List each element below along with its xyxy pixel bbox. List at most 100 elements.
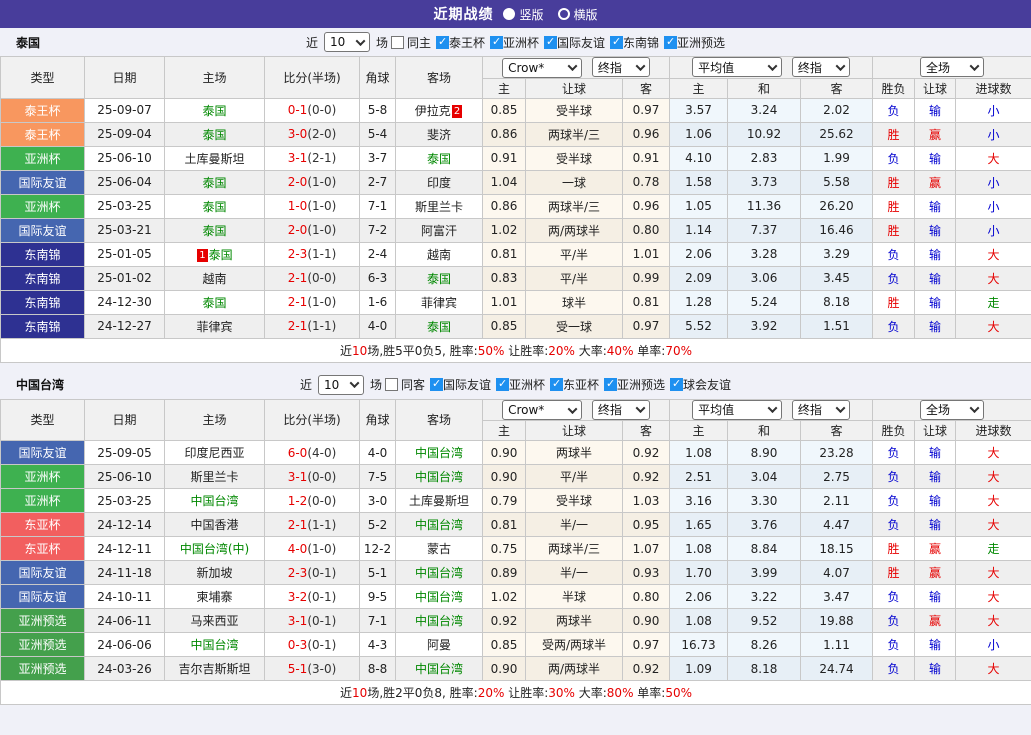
away-team: 斯里兰卡	[395, 193, 483, 219]
avg-home: 2.06	[669, 584, 728, 609]
avg-away: 18.15	[799, 536, 874, 561]
avg-home: 1.08	[669, 440, 728, 465]
radio-selected-icon[interactable]	[503, 8, 516, 20]
away-odds: 1.03	[622, 488, 670, 513]
avg-away: 8.18	[799, 289, 874, 315]
avg-source-select[interactable]: 平均值	[692, 399, 783, 420]
match-score: 2-1(1-1)	[264, 512, 360, 537]
result-win-lose: 负	[872, 512, 916, 537]
col-goals: 进球数	[955, 77, 1031, 99]
odds-final-select[interactable]: 终指	[591, 57, 650, 77]
home-odds: 1.04	[482, 169, 526, 195]
match-score: 2-1(0-0)	[264, 265, 360, 291]
league-checkbox[interactable]	[435, 35, 449, 49]
handicap-line: 两/两球半	[525, 217, 623, 243]
avg-final-select[interactable]: 终指	[791, 399, 850, 420]
home-team: 泰国	[164, 169, 265, 195]
away-team: 印度	[395, 169, 483, 195]
odds-final-select[interactable]: 终指	[591, 399, 650, 420]
match-date: 25-06-10	[84, 145, 165, 171]
home-team: 斯里兰卡	[164, 464, 265, 489]
scope-value: 全场	[926, 60, 951, 75]
match-count-value: 10	[329, 35, 346, 49]
near-label: 近	[305, 35, 318, 50]
odds-source-value: Crow*	[508, 403, 545, 417]
corner-score: 5-4	[359, 121, 396, 147]
scope-select[interactable]: 全场	[920, 399, 985, 420]
summary-text: 80%	[606, 686, 634, 700]
match-score: 2-1(1-0)	[264, 289, 360, 315]
same-away-checkbox[interactable]	[384, 378, 398, 391]
match-count-select[interactable]: 10	[317, 374, 364, 395]
match-date: 24-12-14	[84, 512, 165, 537]
league-checkbox[interactable]	[670, 377, 684, 391]
handicap-line: 两球半	[525, 608, 623, 633]
result-handicap: 赢	[914, 536, 957, 561]
vertical-layout-option[interactable]: 竖版	[503, 6, 544, 23]
league-checkbox[interactable]	[664, 35, 678, 49]
avg-away: 3.29	[799, 241, 874, 267]
corner-score: 7-5	[359, 464, 396, 489]
odds-group-header: Crow* 终指	[482, 56, 670, 79]
league-checkbox[interactable]	[550, 377, 564, 391]
avg-final-select[interactable]: 终指	[791, 57, 850, 78]
avg-home: 1.70	[669, 560, 728, 585]
scope-select[interactable]: 全场	[920, 57, 985, 78]
horizontal-layout-option[interactable]: 横版	[557, 6, 598, 23]
avg-draw: 2.83	[727, 145, 801, 171]
league-filter-item: 亚洲预选	[664, 34, 725, 51]
league-label: 球会友谊	[683, 378, 732, 392]
handicap-line: 两球半	[525, 440, 623, 465]
away-team: 阿富汗	[395, 217, 483, 243]
result-goals: 大	[955, 512, 1031, 537]
league-badge: 亚洲杯	[0, 488, 85, 513]
result-win-lose: 负	[872, 145, 916, 171]
away-team: 越南	[395, 241, 483, 267]
result-win-lose: 胜	[872, 289, 916, 315]
odds-source-select[interactable]: Crow*	[502, 400, 583, 420]
league-checkbox[interactable]	[496, 377, 509, 391]
handicap-line: 半球	[525, 584, 623, 609]
match-date: 25-03-25	[84, 193, 165, 219]
col-odds-away: 客	[622, 420, 670, 441]
away-team: 中国台湾	[395, 608, 483, 633]
result-handicap: 输	[914, 145, 957, 171]
section-summary: 近10场,胜5平0负5, 胜率:50% 让胜率:20% 大率:40% 单率:70…	[0, 337, 1031, 363]
avg-away: 3.47	[799, 584, 874, 609]
home-odds: 1.02	[482, 217, 526, 243]
team-name: 中国台湾	[16, 378, 65, 392]
result-goals: 大	[955, 241, 1031, 267]
league-checkbox[interactable]	[544, 35, 558, 49]
chevron-down-icon	[969, 403, 980, 414]
near-label: 近	[299, 378, 312, 392]
league-badge: 亚洲预选	[0, 656, 85, 681]
rank-badge: 1	[197, 248, 208, 262]
result-win-lose: 负	[872, 656, 916, 681]
match-date: 24-03-26	[84, 656, 165, 681]
same-home-checkbox[interactable]	[390, 35, 404, 49]
match-count-select[interactable]: 10	[323, 32, 370, 52]
same-home-label: 同主	[406, 35, 431, 50]
corner-score: 3-7	[359, 145, 396, 171]
table-header-row: 类型 日期 主场 比分(半场) 角球 客场 Crow* 终指 平均值 终指 全场	[0, 56, 1031, 99]
corner-score: 9-5	[359, 584, 396, 609]
home-odds: 0.90	[482, 440, 526, 465]
league-badge: 东亚杯	[0, 536, 85, 561]
summary-text: 70%	[665, 343, 692, 358]
home-team: 印度尼西亚	[164, 440, 265, 465]
radio-unselected-icon[interactable]	[557, 8, 570, 20]
odds-source-select[interactable]: Crow*	[502, 57, 583, 78]
league-checkbox[interactable]	[604, 377, 618, 391]
match-score: 2-0(1-0)	[264, 169, 360, 195]
league-checkbox[interactable]	[429, 377, 443, 391]
section-filter-bar: 泰国 近 10 场 同主 泰王杯 亚洲杯 国际友谊 东南锦 亚洲预选	[0, 28, 1031, 56]
result-win-lose: 胜	[872, 217, 916, 243]
league-checkbox[interactable]	[610, 35, 624, 49]
league-checkbox[interactable]	[490, 35, 503, 49]
match-date: 25-09-04	[84, 121, 165, 147]
avg-away: 1.11	[799, 632, 874, 657]
match-date: 25-06-10	[84, 464, 165, 489]
avg-home: 1.14	[669, 217, 728, 243]
avg-source-select[interactable]: 平均值	[692, 57, 783, 78]
handicap-line: 半/一	[525, 560, 623, 585]
